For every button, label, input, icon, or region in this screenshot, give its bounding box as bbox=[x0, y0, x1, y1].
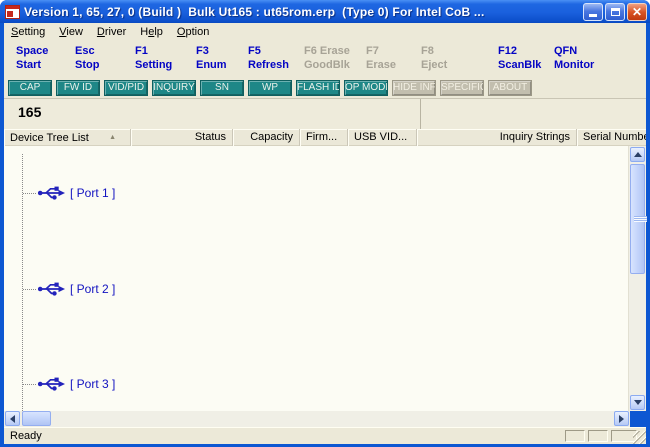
status-pane bbox=[565, 430, 585, 442]
toolbar-refresh-button[interactable]: F5Refresh bbox=[248, 44, 289, 72]
function-toolbar: SpaceStart EscStop F1Setting F3Enum F5Re… bbox=[4, 41, 646, 78]
column-status[interactable]: Status bbox=[131, 129, 233, 146]
wp-button[interactable]: WP bbox=[248, 80, 292, 96]
sn-button[interactable]: SN bbox=[200, 80, 244, 96]
toolbar-stop-button[interactable]: EscStop bbox=[75, 44, 99, 72]
close-button[interactable]: ✕ bbox=[627, 3, 647, 21]
toolbar-scanblk-button[interactable]: F12ScanBlk bbox=[498, 44, 541, 72]
tree-connector bbox=[23, 289, 36, 290]
toolbar-start-button[interactable]: SpaceStart bbox=[16, 44, 48, 72]
vertical-scroll-thumb[interactable] bbox=[630, 164, 645, 274]
flash-id-button[interactable]: FLASH ID bbox=[296, 80, 340, 96]
horizontal-scrollbar[interactable] bbox=[4, 411, 630, 427]
maximize-button[interactable] bbox=[605, 3, 625, 21]
status-pane bbox=[588, 430, 608, 442]
specific-button: SPECIFIC bbox=[440, 80, 484, 96]
toolbar-erase-button: F7Erase bbox=[366, 44, 396, 72]
horizontal-scroll-thumb[interactable] bbox=[22, 411, 51, 426]
minimize-icon bbox=[589, 14, 597, 17]
toolbar-qfn-monitor-button[interactable]: QFNMonitor bbox=[554, 44, 594, 72]
scroll-up-icon bbox=[634, 152, 642, 157]
column-usb-vid[interactable]: USB VID... bbox=[348, 129, 417, 146]
minimize-button[interactable] bbox=[583, 3, 603, 21]
vid-pid-button[interactable]: VID/PID bbox=[104, 80, 148, 96]
tree-item-label: [ Port 2 ] bbox=[70, 282, 115, 296]
vertical-scrollbar[interactable] bbox=[628, 146, 646, 411]
app-window: Version 1, 65, 27, 0 (Build ) Bulk Ut165… bbox=[0, 0, 650, 447]
tree-item-label: [ Port 1 ] bbox=[70, 186, 115, 200]
app-icon bbox=[5, 5, 20, 19]
scroll-right-icon bbox=[619, 415, 624, 423]
tree-item-port-3[interactable]: [ Port 3 ] bbox=[4, 375, 626, 393]
scroll-left-button[interactable] bbox=[5, 411, 20, 426]
menu-driver[interactable]: Driver bbox=[90, 26, 133, 38]
toolbar-setting-button[interactable]: F1Setting bbox=[135, 44, 172, 72]
tree-item-port-2[interactable]: [ Port 2 ] bbox=[4, 280, 626, 298]
column-device-tree-list[interactable]: Device Tree List ▲ bbox=[4, 129, 131, 146]
title-bar[interactable]: Version 1, 65, 27, 0 (Build ) Bulk Ut165… bbox=[0, 0, 650, 23]
window-title: Version 1, 65, 27, 0 (Build ) Bulk Ut165… bbox=[24, 5, 583, 19]
column-serial-number[interactable]: Serial Number bbox=[577, 129, 646, 146]
menu-setting[interactable]: Setting bbox=[4, 26, 52, 38]
controller-id-label: 165 bbox=[18, 104, 41, 120]
usb-icon bbox=[37, 185, 65, 201]
scroll-left-icon bbox=[10, 415, 15, 423]
usb-icon bbox=[37, 376, 65, 392]
column-firmware[interactable]: Firm... bbox=[300, 129, 348, 146]
toolbar-eject-button: F8Eject bbox=[421, 44, 447, 72]
toolbar-erase-goodblk-button: F6 EraseGoodBlk bbox=[304, 44, 350, 72]
quick-button-bar: CAP FW ID VID/PID INQUIRY SN WP FLASH ID… bbox=[4, 77, 646, 98]
close-icon: ✕ bbox=[632, 6, 642, 18]
tree-connector bbox=[23, 384, 36, 385]
usb-icon bbox=[37, 281, 65, 297]
status-bar: Ready bbox=[4, 427, 646, 444]
info-bar: 165 bbox=[4, 98, 646, 130]
thumb-grip bbox=[634, 216, 647, 222]
info-panel-divider bbox=[420, 99, 421, 130]
menu-help[interactable]: Help bbox=[133, 26, 170, 38]
column-capacity[interactable]: Capacity bbox=[233, 129, 300, 146]
scroll-right-button[interactable] bbox=[614, 411, 629, 426]
sort-ascending-icon: ▲ bbox=[109, 130, 116, 146]
op-mode-button[interactable]: OP MODE bbox=[344, 80, 388, 96]
menu-option[interactable]: Option bbox=[170, 26, 216, 38]
menu-bar: Setting View Driver Help Option bbox=[4, 23, 646, 42]
tree-item-port-1[interactable]: [ Port 1 ] bbox=[4, 184, 626, 202]
column-inquiry-strings[interactable]: Inquiry Strings bbox=[417, 129, 577, 146]
tree-item-label: [ Port 3 ] bbox=[70, 377, 115, 391]
status-message: Ready bbox=[10, 430, 42, 442]
menu-view[interactable]: View bbox=[52, 26, 90, 38]
scroll-down-icon bbox=[634, 400, 642, 405]
maximize-icon bbox=[611, 8, 620, 16]
tree-connector bbox=[23, 193, 36, 194]
device-tree-panel: [ Port 1 ] [ Port 2 ] bbox=[4, 146, 646, 411]
fw-id-button[interactable]: FW ID bbox=[56, 80, 100, 96]
cap-button[interactable]: CAP bbox=[8, 80, 52, 96]
scroll-down-button[interactable] bbox=[630, 395, 645, 410]
scroll-up-button[interactable] bbox=[630, 147, 645, 162]
hide-info-button: HIDE INFO bbox=[392, 80, 436, 96]
about-button: ABOUT bbox=[488, 80, 532, 96]
resize-grip[interactable] bbox=[633, 431, 646, 444]
toolbar-enum-button[interactable]: F3Enum bbox=[196, 44, 227, 72]
list-header: Device Tree List ▲ Status Capacity Firm.… bbox=[4, 129, 646, 146]
inquiry-button[interactable]: INQUIRY bbox=[152, 80, 196, 96]
